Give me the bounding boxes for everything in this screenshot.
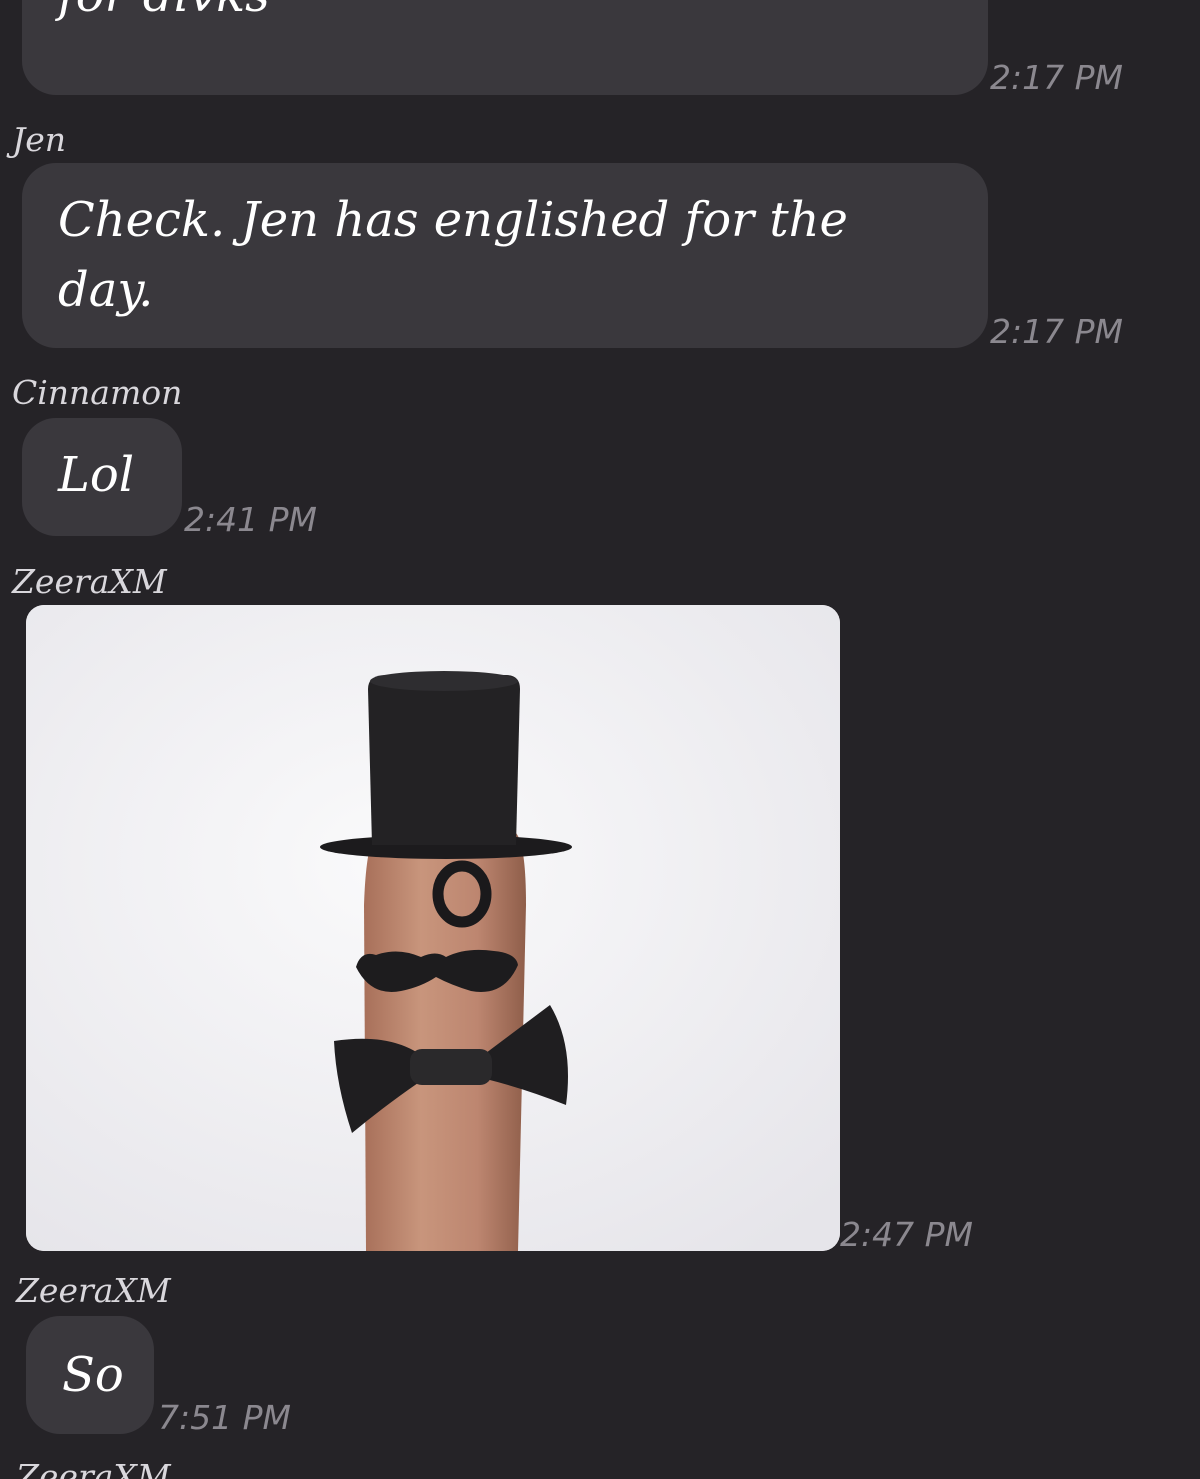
sender-name: ZeeraXM — [16, 1271, 171, 1310]
message-bubble[interactable]: Lol — [22, 418, 182, 536]
message-bubble[interactable]: Check. Jen has englished for the day. — [22, 163, 988, 348]
message-text: Lol — [58, 447, 135, 503]
photo-attachment[interactable] — [26, 605, 840, 1251]
message-bubble[interactable]: So — [26, 1316, 154, 1434]
message-timestamp: 2:47 PM — [840, 1215, 973, 1254]
message-timestamp: 2:41 PM — [184, 500, 317, 539]
message-text: for divks — [58, 0, 270, 30]
message-timestamp: 2:17 PM — [990, 58, 1123, 97]
message-timestamp: 2:17 PM — [990, 312, 1123, 351]
message-text: So — [62, 1347, 124, 1403]
sender-name: ZeeraXM — [16, 1457, 171, 1479]
sender-name: ZeeraXM — [12, 562, 167, 601]
sender-name: Cinnamon — [12, 373, 183, 412]
finger-gentleman-photo — [26, 605, 840, 1251]
message-timestamp: 7:51 PM — [158, 1398, 291, 1437]
sender-name: Jen — [12, 120, 67, 159]
message-bubble[interactable]: for divks — [22, 0, 988, 95]
message-text: Check. Jen has englished for the day. — [58, 192, 848, 318]
